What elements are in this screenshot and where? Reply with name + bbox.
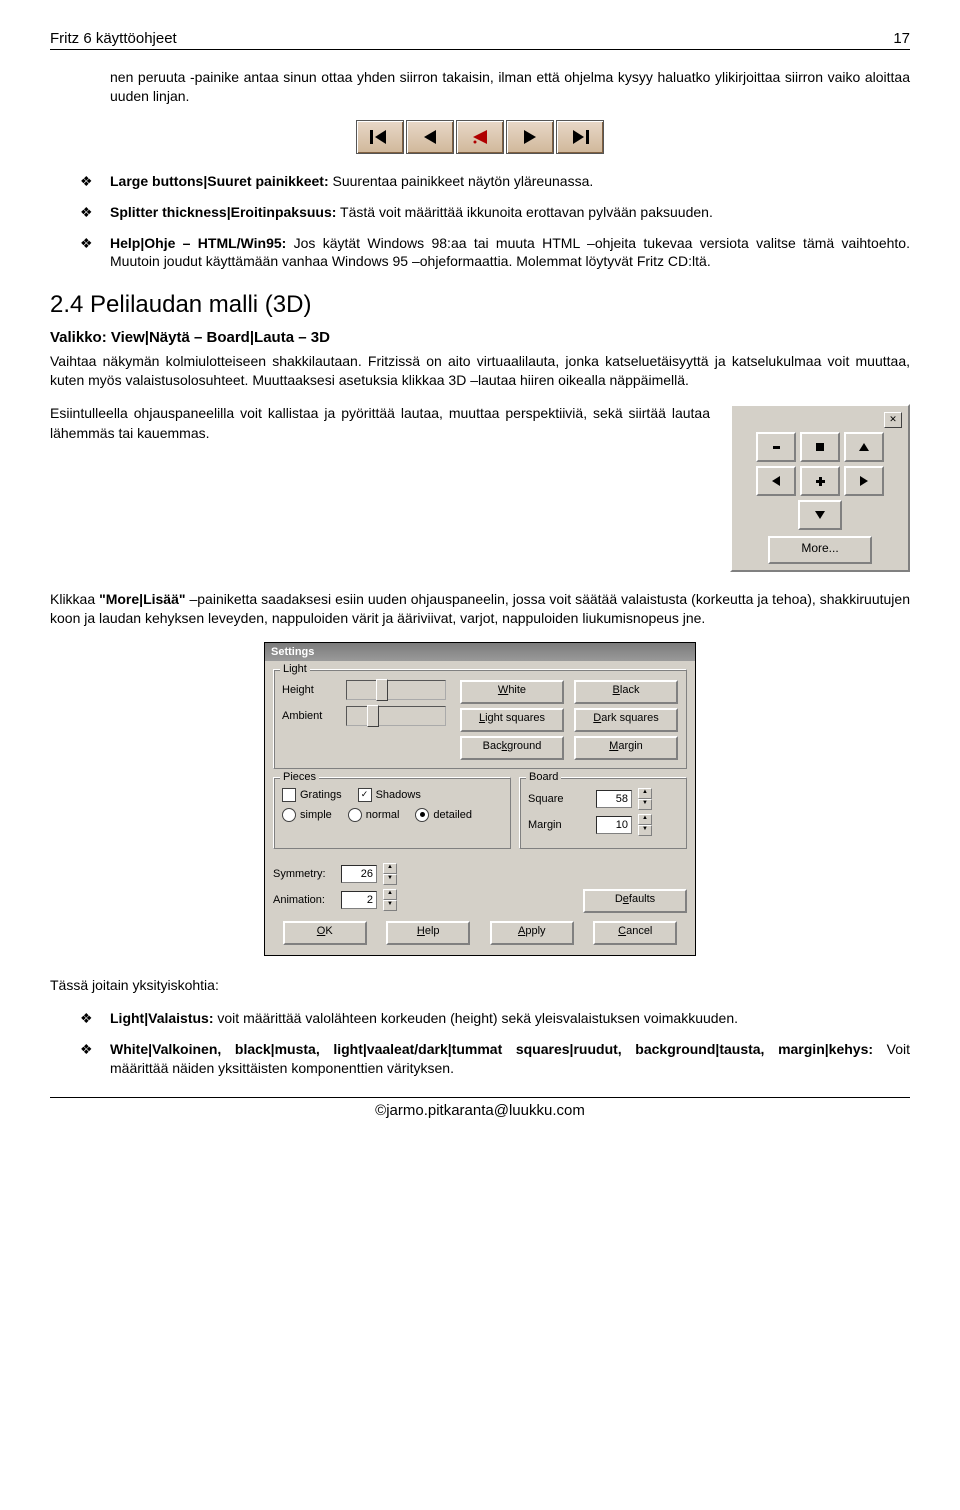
list-item: Light|Valaistus: voit määrittää valoläht… <box>80 1009 910 1028</box>
list-item: Splitter thickness|Eroitinpaksuus: Tästä… <box>80 203 910 222</box>
menu-path: Valikko: View|Näytä – Board|Lauta – 3D <box>50 329 910 346</box>
animation-label: Animation: <box>273 894 335 906</box>
list-item: White|Valkoinen, black|musta, light|vaal… <box>80 1040 910 1078</box>
first-button[interactable] <box>356 120 404 154</box>
symmetry-spinner[interactable]: ▲▼ <box>383 863 397 885</box>
dialog-title: Settings <box>271 646 314 658</box>
settings-dialog: Settings Light Height Ambient <box>264 642 696 956</box>
list-item: Help|Ohje – HTML/Win95: Jos käytät Windo… <box>80 234 910 272</box>
tilt-up-button[interactable] <box>844 432 884 462</box>
height-label: Height <box>282 684 336 696</box>
prev-button[interactable] <box>406 120 454 154</box>
light-squares-button[interactable]: Light squares <box>460 708 564 732</box>
rotate-left-button[interactable] <box>756 466 796 496</box>
undo-button[interactable] <box>456 120 504 154</box>
details-intro: Tässä joitain yksityiskohtia: <box>50 976 910 995</box>
margin-field[interactable]: 10 <box>596 816 632 834</box>
help-button[interactable]: Help <box>386 921 470 945</box>
square-field[interactable]: 58 <box>596 790 632 808</box>
section-intro: Vaihtaa näkymän kolmiulotteiseen shakkil… <box>50 352 910 390</box>
doc-title: Fritz 6 käyttöohjeet <box>50 30 177 47</box>
square-label: Square <box>528 793 590 805</box>
group-label: Board <box>526 771 561 783</box>
ambient-label: Ambient <box>282 710 336 722</box>
background-button[interactable]: Background <box>460 736 564 760</box>
shadows-checkbox[interactable]: ✓ <box>358 788 372 802</box>
group-label: Light <box>280 663 310 675</box>
simple-radio[interactable] <box>282 808 296 822</box>
more-paragraph: Klikkaa "More|Lisää" –painiketta saadaks… <box>50 590 910 628</box>
control-panel-description: Esiintulleella ohjauspaneelilla voit kal… <box>50 404 710 443</box>
more-button[interactable]: More... <box>768 536 872 564</box>
symmetry-field[interactable]: 26 <box>341 865 377 883</box>
black-button[interactable]: Black <box>574 680 678 704</box>
options-list-1: Large buttons|Suuret painikkeet: Suurent… <box>80 172 910 272</box>
margin-label: Margin <box>528 819 590 831</box>
rotate-right-button[interactable] <box>844 466 884 496</box>
playback-toolbar <box>50 120 910 154</box>
animation-spinner[interactable]: ▲▼ <box>383 889 397 911</box>
pieces-group: Pieces Gratings ✓Shadows simple normal d… <box>273 777 511 849</box>
ambient-slider[interactable] <box>346 706 446 726</box>
square-spinner[interactable]: ▲▼ <box>638 788 652 810</box>
cancel-button[interactable]: Cancel <box>593 921 677 945</box>
dark-squares-button[interactable]: Dark squares <box>574 708 678 732</box>
detailed-radio[interactable] <box>415 808 429 822</box>
dialog-titlebar: Settings <box>265 643 695 661</box>
gratings-checkbox[interactable] <box>282 788 296 802</box>
page-header: Fritz 6 käyttöohjeet 17 <box>50 30 910 50</box>
last-button[interactable] <box>556 120 604 154</box>
ok-button[interactable]: OK <box>283 921 367 945</box>
zoom-out-button[interactable] <box>756 432 796 462</box>
section-heading: 2.4 Pelilaudan malli (3D) <box>50 291 910 319</box>
tilt-down-button[interactable] <box>798 500 842 530</box>
stop-button[interactable] <box>800 432 840 462</box>
margin-button[interactable]: Margin <box>574 736 678 760</box>
normal-radio[interactable] <box>348 808 362 822</box>
options-list-2: Light|Valaistus: voit määrittää valoläht… <box>80 1009 910 1078</box>
zoom-in-button[interactable] <box>800 466 840 496</box>
white-button[interactable]: White <box>460 680 564 704</box>
animation-field[interactable]: 2 <box>341 891 377 909</box>
close-icon[interactable]: ✕ <box>884 412 902 428</box>
page-footer: ©jarmo.pitkaranta@luukku.com <box>50 1097 910 1119</box>
symmetry-label: Symmetry: <box>273 868 335 880</box>
defaults-button[interactable]: Defaults <box>583 889 687 913</box>
tilt-control-panel: ✕ More... <box>730 404 910 572</box>
apply-button[interactable]: Apply <box>490 921 574 945</box>
light-group: Light Height Ambient <box>273 669 687 769</box>
page-number: 17 <box>893 30 910 47</box>
list-item: Large buttons|Suuret painikkeet: Suurent… <box>80 172 910 191</box>
intro-paragraph: nen peruuta -painike antaa sinun ottaa y… <box>110 68 910 106</box>
group-label: Pieces <box>280 771 319 783</box>
next-button[interactable] <box>506 120 554 154</box>
height-slider[interactable] <box>346 680 446 700</box>
board-group: Board Square 58 ▲▼ Margin 10 ▲▼ <box>519 777 687 849</box>
margin-spinner[interactable]: ▲▼ <box>638 814 652 836</box>
